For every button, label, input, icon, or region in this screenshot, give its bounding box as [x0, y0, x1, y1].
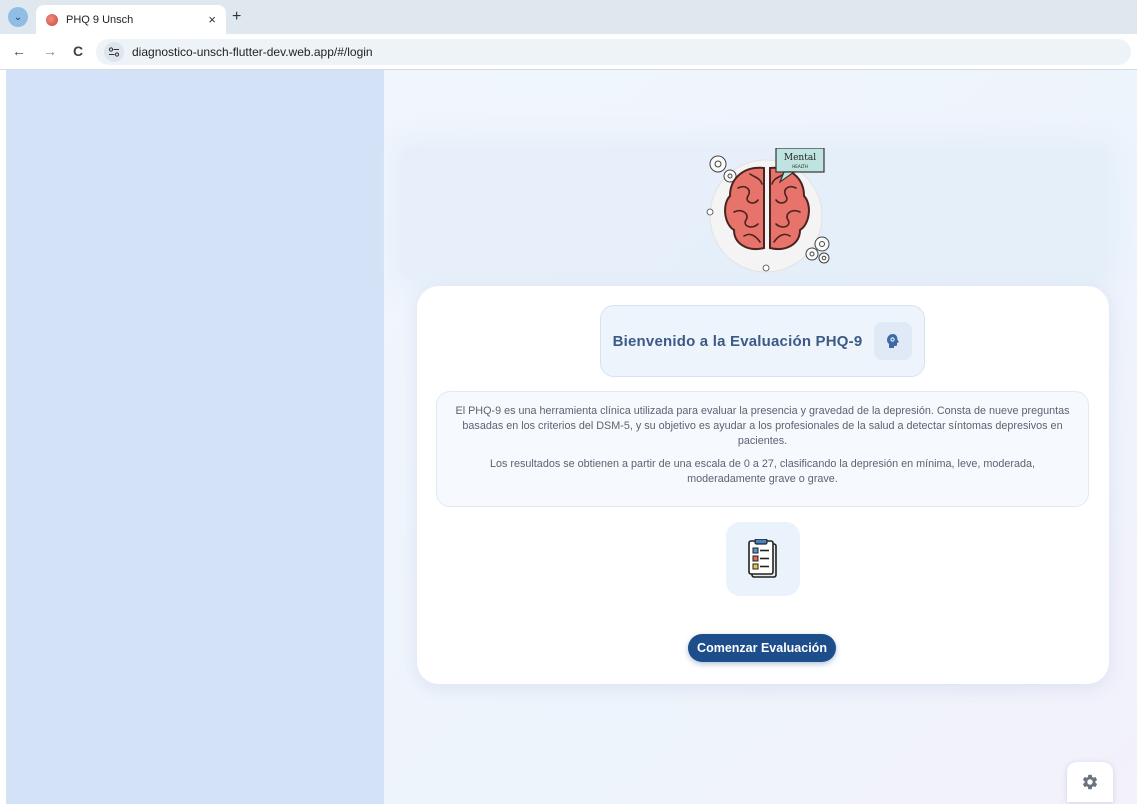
right-panel: Mental HEALTH Bienvenido a la Evaluación…: [384, 70, 1137, 804]
brain-icon: [874, 322, 913, 360]
back-button[interactable]: ←: [12, 43, 26, 59]
bubble-text: Mental: [784, 153, 816, 163]
url-text: diagnostico-unsch-flutter-dev.web.app/#/…: [132, 45, 373, 59]
reload-button[interactable]: C: [73, 43, 83, 59]
bubble-subtext: HEALTH: [792, 164, 807, 169]
welcome-header: Bienvenido a la Evaluación PHQ-9: [600, 305, 925, 377]
description-paragraph-2: Los resultados se obtienen a partir de u…: [490, 457, 1035, 485]
hero-banner: Mental HEALTH: [402, 147, 1107, 278]
left-panel: [6, 70, 384, 804]
forward-button[interactable]: →: [43, 43, 57, 59]
welcome-title: Bienvenido a la Evaluación PHQ-9: [612, 332, 863, 350]
welcome-card: Bienvenido a la Evaluación PHQ-9 El PHQ-…: [417, 286, 1109, 684]
tab-strip: ⌄ PHQ 9 Unsch × +: [0, 0, 1137, 34]
description-paragraph-1: El PHQ-9 es una herramienta clínica util…: [455, 405, 1070, 447]
clipboard-checklist-icon: [726, 522, 800, 596]
favicon-icon: [46, 13, 58, 26]
description-box: El PHQ-9 es una herramienta clínica util…: [436, 391, 1089, 507]
tab-title: PHQ 9 Unsch: [66, 13, 134, 26]
browser-tab[interactable]: PHQ 9 Unsch ×: [36, 5, 226, 34]
site-info-icon[interactable]: [104, 42, 124, 62]
chevron-down-icon: ⌄: [13, 11, 23, 23]
start-evaluation-button[interactable]: Comenzar Evaluación: [688, 634, 836, 662]
tab-search-button[interactable]: ⌄: [8, 7, 28, 27]
mental-health-brain-illustration: Mental HEALTH: [704, 147, 838, 278]
gear-icon: [1082, 774, 1098, 790]
close-icon[interactable]: ×: [208, 12, 216, 27]
address-bar[interactable]: diagnostico-unsch-flutter-dev.web.app/#/…: [96, 39, 1131, 65]
page: Mental HEALTH Bienvenido a la Evaluación…: [0, 70, 1137, 804]
new-tab-button[interactable]: +: [232, 8, 241, 26]
browser-chrome: ⌄ PHQ 9 Unsch × + ← → C diagnostico-unsc…: [0, 0, 1137, 70]
browser-toolbar: ← → C diagnostico-unsch-flutter-dev.web.…: [0, 34, 1137, 70]
settings-button[interactable]: [1067, 762, 1113, 802]
